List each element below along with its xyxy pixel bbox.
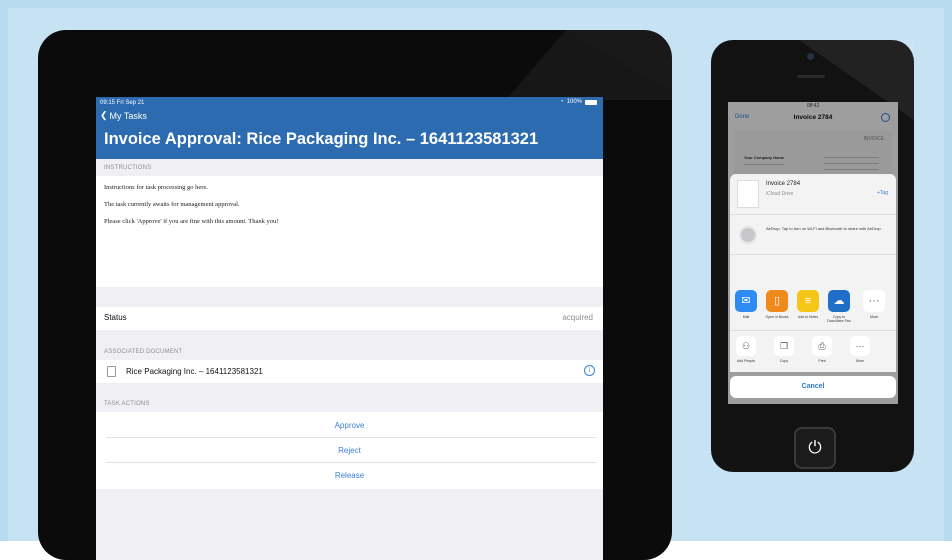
divider [730,214,896,215]
document-icon [107,366,116,377]
instruction-line: Please click 'Approve' if you are fine w… [104,218,279,225]
app-label: Mail [742,315,750,319]
iphone-screen: 08:42 Done Invoice 2784 INVOICE Your Com… [728,102,898,404]
app-label: Open in Books [765,315,789,319]
action-copy[interactable]: ❐ Copy [770,336,798,363]
file-name: Invoice 2784 [766,181,801,187]
chevron-left-icon: ❮ [100,110,108,120]
action-add-people[interactable]: ⚇ Add People [732,336,760,363]
task-actions-panel: Approve Reject Release [96,412,603,489]
app-books[interactable]: ▯ Open in Books [763,290,791,319]
reject-button[interactable]: Reject [96,446,603,455]
action-label: Add People [736,359,756,363]
divider [106,437,596,438]
print-icon: ⎙ [812,336,832,356]
add-people-icon: ⚇ [736,336,756,356]
instruction-line: Instructions for task processing go here… [104,184,208,191]
cancel-button[interactable]: Cancel [730,376,896,398]
camera-icon [807,53,814,60]
app-notes[interactable]: ≡ Add to Notes [794,290,822,319]
associated-document-header: ASSOCIATED DOCUMENT [104,349,183,355]
page-title: Invoice Approval: Rice Packaging Inc. – … [104,130,539,148]
info-icon[interactable]: i [584,365,595,376]
action-print[interactable]: ⎙ Print [808,336,836,363]
task-actions-header: TASK ACTIONS [104,401,150,407]
battery-icon [585,99,597,105]
wifi-icon: ◔ [560,99,564,105]
app-more[interactable]: ··· More [860,290,888,319]
instruction-line: The task currently awaits for management… [104,201,240,208]
action-label: Copy [779,359,789,363]
docuware-icon: ☁ [828,290,850,312]
iphone-device: 08:42 Done Invoice 2784 INVOICE Your Com… [711,40,914,472]
share-sheet-apps: ✉ Mail ▯ Open in Books ≡ Add to Notes ☁ … [730,286,896,372]
ipad-screen: 09:15 Fri Sep 21 ◔ 100% ❮ My Tasks Invoi… [96,97,603,560]
document-name: Rice Packaging Inc. – 1641123581321 [126,367,263,376]
speaker-grille [797,75,825,78]
divider [106,462,596,463]
status-time: 09:15 Fri Sep 21 [100,100,145,106]
airdrop-text: AirDrop. Tap to turn on Wi-Fi and Blueto… [766,226,882,231]
copy-icon: ❐ [774,336,794,356]
task-header: 09:15 Fri Sep 21 ◔ 100% ❮ My Tasks Invoi… [96,97,603,159]
instructions-panel: Instructions for task processing go here… [96,176,603,287]
document-row[interactable]: Rice Packaging Inc. – 1641123581321 i [96,360,603,383]
app-mail[interactable]: ✉ Mail [732,290,760,319]
app-label: Add to Notes [797,315,819,319]
action-label: Print [818,359,826,363]
app-label: Copy to DocuWare Pao [827,315,851,323]
ipad-glare [506,30,672,100]
more-icon: ··· [863,290,885,312]
status-row: Status acquired [96,307,603,330]
notes-icon: ≡ [797,290,819,312]
home-button[interactable]: ⏻ [794,427,836,469]
books-icon: ▯ [766,290,788,312]
ipad-device: 09:15 Fri Sep 21 ◔ 100% ❮ My Tasks Invoi… [38,30,672,560]
power-icon: ⏻ [808,438,822,457]
airdrop-icon[interactable] [739,226,757,244]
status-label: Status [104,313,127,322]
tag-button[interactable]: +Tag [877,190,888,196]
action-more[interactable]: ··· More [846,336,874,363]
divider [730,254,896,255]
status-value: acquired [562,313,593,322]
more-icon: ··· [850,336,870,356]
approve-button[interactable]: Approve [96,421,603,430]
app-docuware[interactable]: ☁ Copy to DocuWare Pao [825,290,853,323]
release-button[interactable]: Release [96,471,603,480]
back-label: My Tasks [109,110,147,121]
file-location: iCloud Drive [766,191,794,197]
back-button[interactable]: ❮ My Tasks [100,110,147,121]
app-label: More [870,315,878,319]
action-label: More [856,359,864,363]
mail-icon: ✉ [735,290,757,312]
status-right: ◔ 100% [560,99,597,105]
divider [730,330,896,331]
file-thumbnail [737,180,759,208]
share-sheet-header: Invoice 2784 iCloud Drive +Tag AirDrop. … [730,174,896,286]
battery-percent: 100% [566,99,582,105]
instructions-header: INSTRUCTIONS [104,165,152,171]
